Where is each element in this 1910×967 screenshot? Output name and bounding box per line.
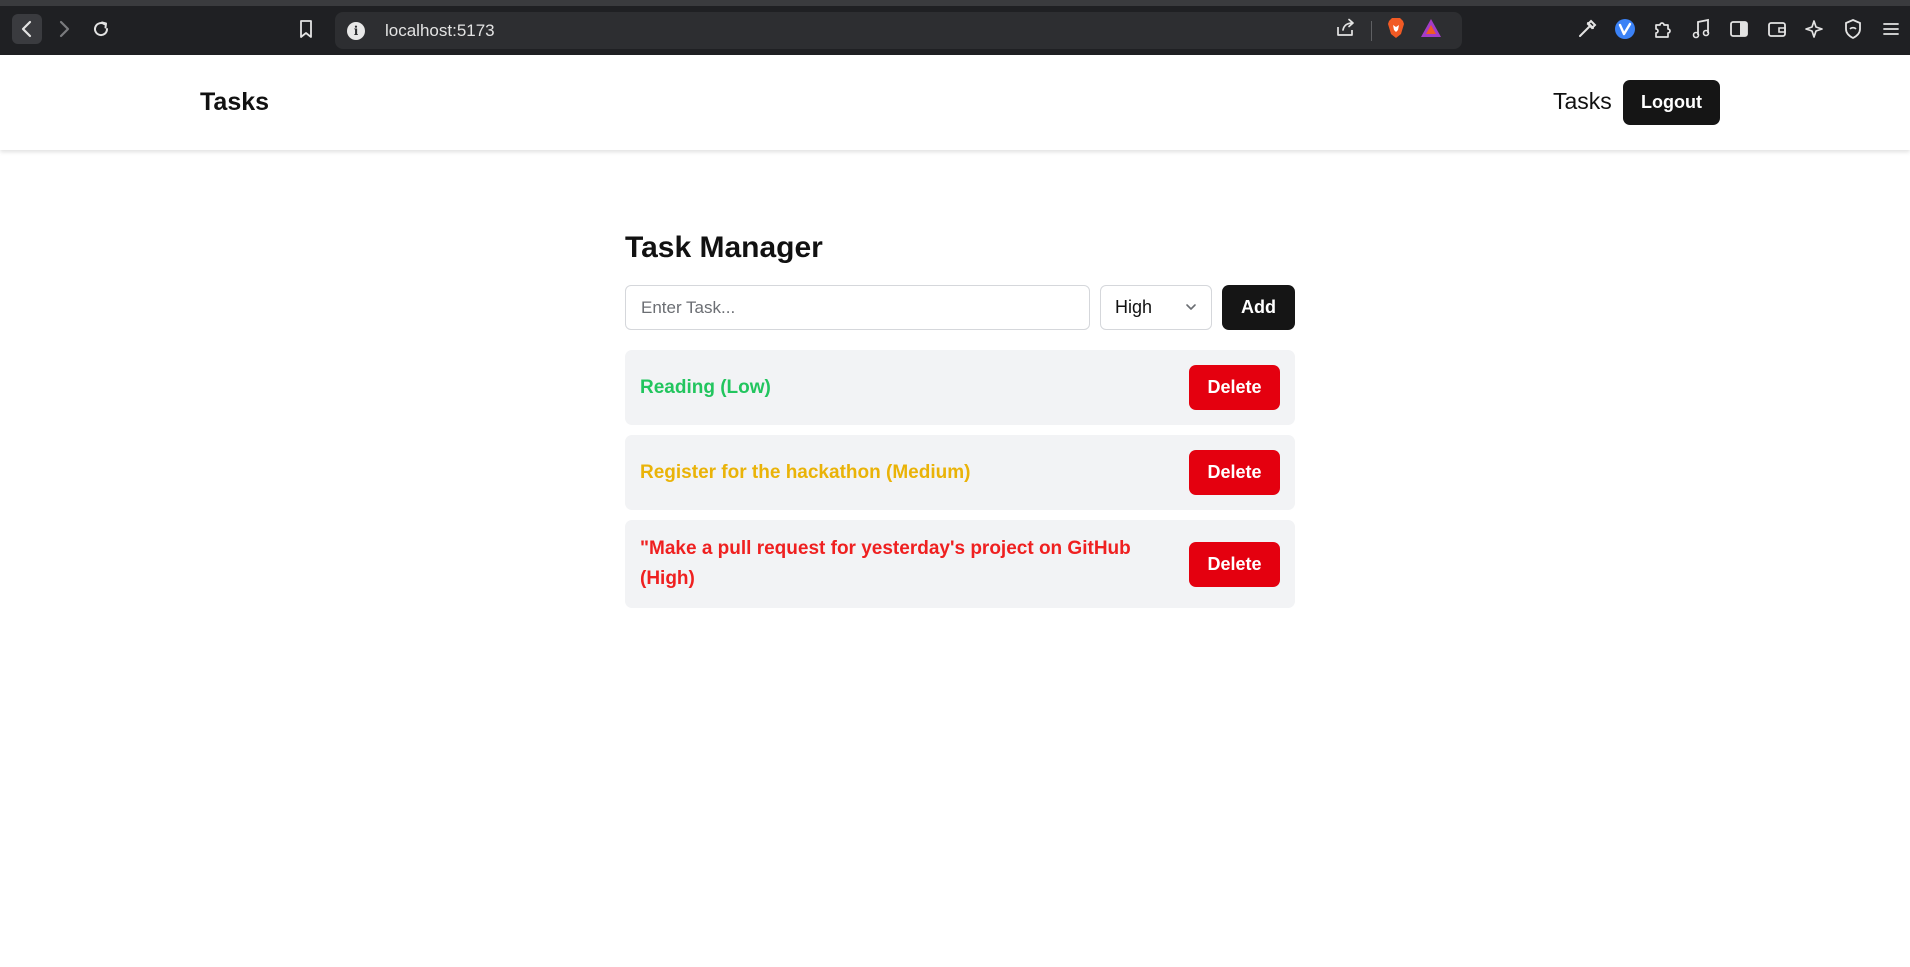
task-item: Register for the hackathon (Medium) Dele… — [625, 435, 1295, 510]
bookmark-button[interactable] — [291, 14, 321, 44]
delete-task-button[interactable]: Delete — [1189, 450, 1280, 495]
browser-toolbar: i localhost:5173 — [0, 6, 1910, 55]
brave-shields-icon[interactable] — [1386, 17, 1406, 44]
task-label: Register for the hackathon (Medium) — [640, 461, 971, 483]
priority-selected-value: High — [1115, 297, 1153, 317]
back-button[interactable] — [12, 14, 42, 44]
share-icon[interactable] — [1335, 18, 1357, 43]
delete-task-button[interactable]: Delete — [1189, 541, 1280, 587]
brand-title[interactable]: Tasks — [200, 88, 269, 117]
media-music-icon[interactable] — [1688, 14, 1714, 44]
bookmark-icon — [300, 20, 312, 38]
nav-link-tasks[interactable]: Tasks — [1553, 88, 1612, 115]
leo-ai-icon[interactable] — [1802, 14, 1828, 44]
task-label: Reading (Low) — [640, 376, 771, 398]
priority-select[interactable]: High — [1100, 285, 1212, 330]
url-text[interactable]: localhost:5173 — [385, 21, 495, 41]
sidebar-toggle-icon[interactable] — [1726, 14, 1752, 44]
chevron-down-icon — [1186, 304, 1196, 310]
delete-task-button[interactable]: Delete — [1189, 365, 1280, 410]
wallet-icon[interactable] — [1764, 14, 1790, 44]
task-item: "Make a pull request for yesterday's pro… — [625, 520, 1295, 608]
task-list: Reading (Low) Delete Register for the ha… — [625, 350, 1295, 608]
vpn-extension-icon[interactable] — [1612, 14, 1638, 44]
reload-button[interactable] — [86, 14, 116, 44]
task-item: Reading (Low) Delete — [625, 350, 1295, 425]
extension-icons — [1574, 14, 1904, 44]
forward-button[interactable] — [49, 14, 79, 44]
brave-rewards-icon[interactable] — [1420, 18, 1442, 43]
task-label: "Make a pull request for yesterday's pro… — [640, 538, 1131, 589]
chevron-left-icon — [21, 20, 32, 38]
color-picker-icon[interactable] — [1574, 14, 1600, 44]
task-input[interactable] — [625, 285, 1090, 330]
logout-button[interactable]: Logout — [1623, 80, 1720, 125]
site-info-icon[interactable]: i — [347, 21, 365, 40]
vpn-shield-icon[interactable] — [1840, 14, 1866, 44]
reload-icon — [94, 21, 109, 37]
add-task-button[interactable]: Add — [1222, 285, 1295, 330]
address-bar-actions — [1335, 12, 1442, 49]
extensions-puzzle-icon[interactable] — [1650, 14, 1676, 44]
menu-icon[interactable] — [1878, 14, 1904, 44]
page-title: Task Manager — [625, 231, 823, 264]
address-bar[interactable]: i localhost:5173 — [335, 12, 1462, 49]
divider — [1371, 20, 1372, 41]
add-task-form: High Add — [625, 285, 1295, 330]
chevron-right-icon — [59, 20, 70, 38]
app-header: Tasks Tasks Logout — [0, 55, 1910, 150]
task-manager-panel: Task Manager High Add Reading (Low) Dele… — [625, 228, 1295, 618]
